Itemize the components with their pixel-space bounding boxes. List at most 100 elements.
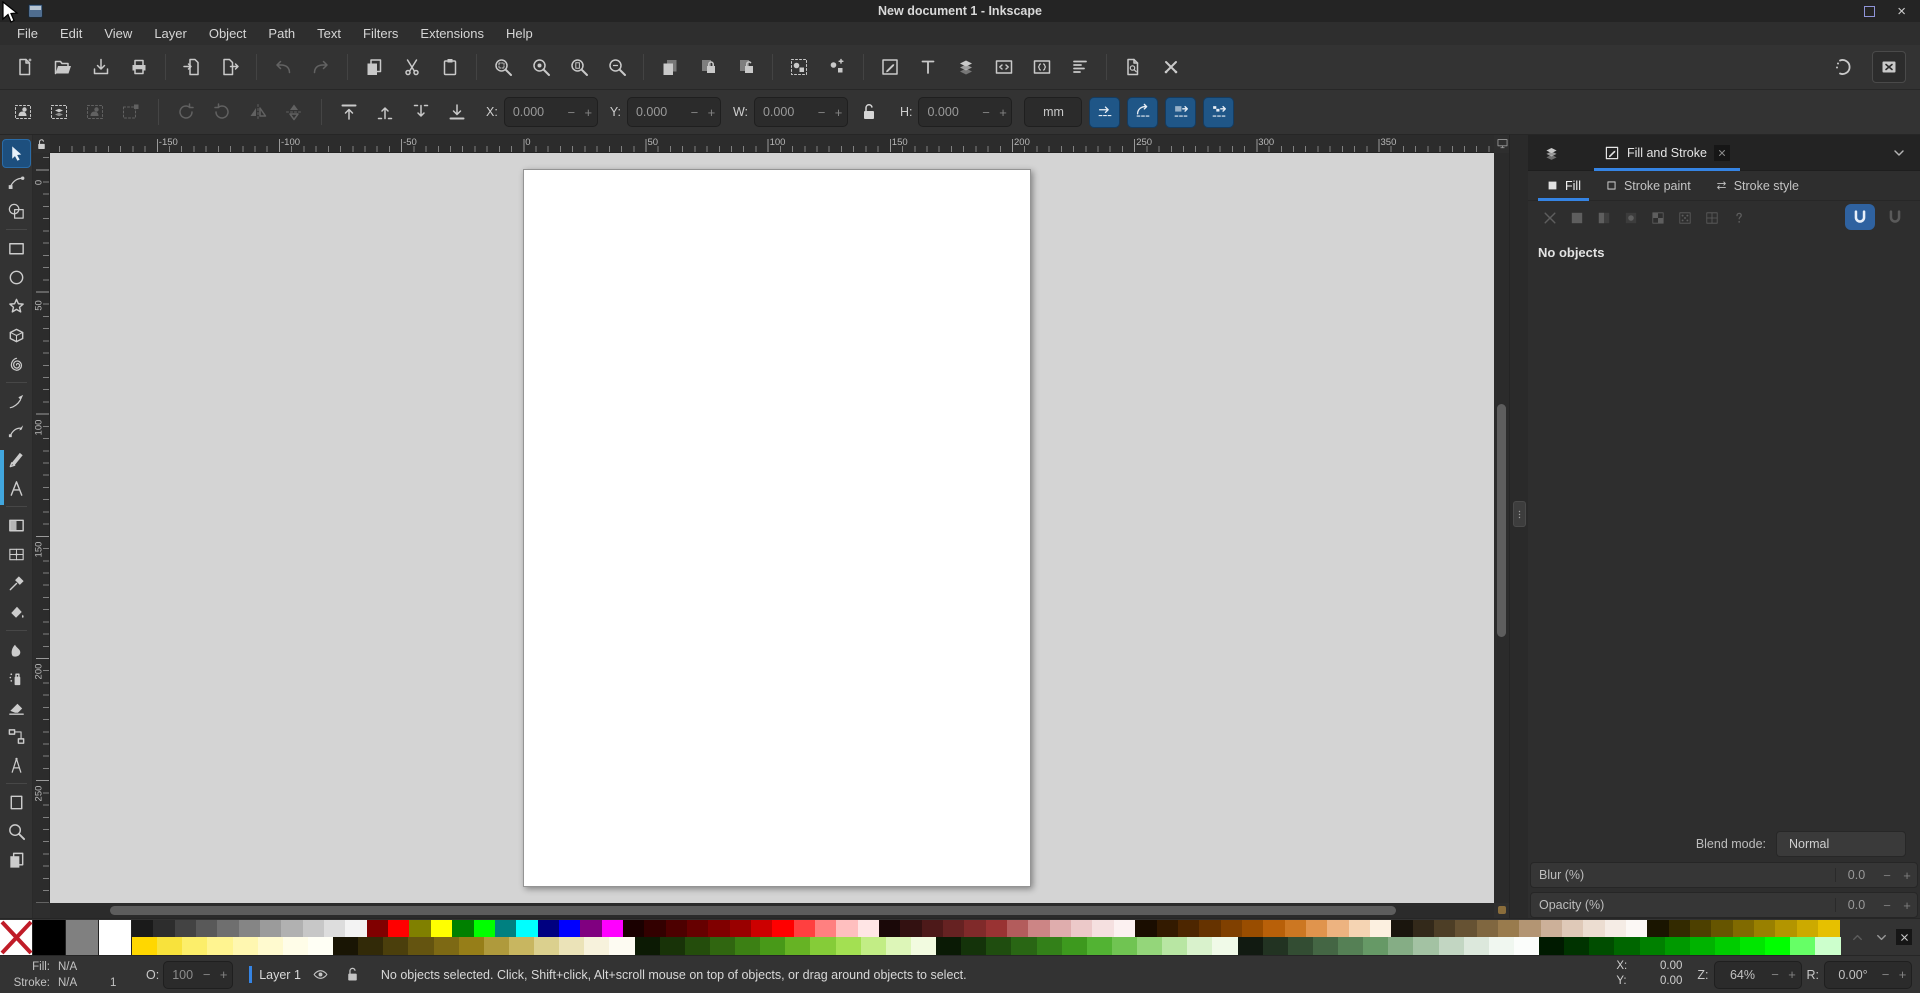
palette-swatch[interactable] — [1413, 937, 1439, 955]
h-increment[interactable]: + — [994, 105, 1011, 120]
palette-swatch[interactable] — [1177, 919, 1200, 937]
palette-swatch[interactable] — [33, 919, 66, 955]
palette-swatch[interactable] — [473, 919, 495, 937]
palette-swatch[interactable] — [1086, 937, 1112, 955]
maximize-button[interactable] — [1864, 5, 1876, 17]
palette-swatch[interactable] — [1689, 937, 1715, 955]
snap-toggle-button[interactable] — [1872, 51, 1906, 83]
opacity-value[interactable]: 0.0 — [1835, 898, 1877, 912]
clone-button[interactable] — [689, 49, 727, 85]
x-decrement[interactable]: − — [563, 105, 580, 120]
palette-swatch[interactable] — [857, 919, 880, 937]
palette-swatch[interactable] — [885, 937, 911, 955]
palette-swatch[interactable] — [388, 919, 410, 937]
palette-swatch[interactable] — [986, 937, 1012, 955]
palette-swatch[interactable] — [307, 937, 333, 955]
tool-mesh-gradient[interactable] — [2, 540, 31, 569]
palette-swatch[interactable] — [516, 919, 538, 937]
palette-swatch[interactable] — [815, 919, 837, 937]
zoom-decrement[interactable]: − — [1767, 967, 1784, 982]
w-decrement[interactable]: − — [813, 105, 830, 120]
horizontal-scrollbar[interactable] — [50, 903, 1494, 918]
swatch-button[interactable] — [1671, 205, 1698, 231]
palette-swatch[interactable] — [207, 937, 233, 955]
palette-swatch[interactable] — [281, 919, 303, 937]
palette-swatch[interactable] — [735, 937, 761, 955]
palette-swatch[interactable] — [1488, 937, 1514, 955]
vertical-ruler[interactable]: 0 50 100 150 200 250 — [33, 153, 50, 903]
palette-swatch[interactable] — [483, 937, 509, 955]
selection-box-button[interactable] — [114, 95, 148, 129]
align-dialog-button[interactable] — [1061, 49, 1099, 85]
menu-view[interactable]: View — [93, 23, 143, 44]
zoom-page-width-button[interactable] — [598, 49, 636, 85]
palette-swatch[interactable] — [302, 919, 325, 937]
palette-swatch[interactable] — [409, 919, 431, 937]
edit-undo-button[interactable] — [264, 49, 302, 85]
palette-swatch[interactable] — [634, 937, 660, 955]
opacity-increment[interactable]: + — [1897, 898, 1917, 913]
palette-swatch[interactable] — [1498, 919, 1520, 937]
blend-mode-select[interactable]: Normal — [1776, 830, 1906, 857]
palette-swatch[interactable] — [584, 937, 610, 955]
palette-swatch[interactable] — [1463, 937, 1489, 955]
palette-swatch[interactable] — [785, 937, 811, 955]
palette-swatch[interactable] — [910, 937, 936, 955]
unknown-paint-button[interactable] — [1725, 205, 1752, 231]
palette-swatch[interactable] — [1513, 937, 1539, 955]
palette-swatch[interactable] — [1212, 937, 1238, 955]
tool-paint-bucket[interactable] — [2, 598, 31, 627]
tool-rectangle[interactable] — [2, 234, 31, 263]
layer-selector[interactable]: Layer 1 — [249, 966, 301, 983]
palette-swatch[interactable] — [452, 919, 474, 937]
palette-swatch[interactable] — [760, 937, 786, 955]
zoom-drawing-button[interactable] — [522, 49, 560, 85]
palette-swatch[interactable] — [66, 919, 99, 955]
document-page[interactable] — [523, 169, 1031, 887]
zoom-selection-button[interactable] — [484, 49, 522, 85]
dock-collapse-button[interactable] — [1888, 143, 1910, 163]
tool-spiral[interactable] — [2, 350, 31, 379]
palette-swatch[interactable] — [1305, 919, 1328, 937]
palette-scroll-up-button[interactable] — [1848, 928, 1866, 946]
blur-slider[interactable]: Blur (%) 0.0 − + — [1530, 862, 1918, 888]
palette-swatch[interactable] — [1775, 919, 1797, 937]
unlink-clone-button[interactable] — [727, 49, 765, 85]
h-value[interactable]: 0.000 — [919, 105, 977, 119]
edit-copy-button[interactable] — [355, 49, 393, 85]
opacity-decrement[interactable]: − — [1877, 898, 1897, 913]
text-dialog-button[interactable] — [909, 49, 947, 85]
close-button[interactable]: × — [1897, 4, 1906, 19]
palette-swatch[interactable] — [260, 919, 282, 937]
fill-rule-evenodd-button[interactable] — [1880, 204, 1910, 230]
palette-swatch[interactable] — [282, 937, 308, 955]
palette-swatch[interactable] — [1391, 919, 1413, 937]
menu-extensions[interactable]: Extensions — [409, 23, 495, 44]
palette-swatch[interactable] — [609, 937, 635, 955]
palette-swatch[interactable] — [835, 937, 861, 955]
palette-swatch[interactable] — [1007, 919, 1029, 937]
radial-gradient-button[interactable] — [1617, 205, 1644, 231]
horizontal-scrollbar-thumb[interactable] — [110, 906, 1396, 915]
palette-swatch[interactable] — [494, 919, 517, 937]
palette-swatch-none[interactable] — [0, 919, 33, 955]
palette-swatch[interactable] — [408, 937, 434, 955]
palette-swatch[interactable] — [686, 919, 709, 937]
flat-color-button[interactable] — [1563, 205, 1590, 231]
palette-swatch[interactable] — [793, 919, 815, 937]
palette-swatch[interactable] — [1714, 937, 1740, 955]
palette-swatch[interactable] — [836, 919, 858, 937]
fill-rule-nonzero-button[interactable] — [1845, 204, 1875, 230]
palette-swatch[interactable] — [1137, 937, 1163, 955]
palette-swatch[interactable] — [772, 919, 794, 937]
palette-swatch[interactable] — [534, 937, 560, 955]
tool-calligraphy[interactable] — [2, 445, 31, 474]
palette-swatch[interactable] — [1135, 919, 1157, 937]
palette-swatch[interactable] — [1327, 919, 1349, 937]
palette-swatch[interactable] — [458, 937, 484, 955]
palette-swatch[interactable] — [174, 919, 197, 937]
pattern-button[interactable] — [1644, 205, 1671, 231]
document-export-button[interactable] — [211, 49, 249, 85]
canvas[interactable] — [50, 153, 1494, 903]
layers-dialog-tab-button[interactable] — [1538, 141, 1564, 165]
